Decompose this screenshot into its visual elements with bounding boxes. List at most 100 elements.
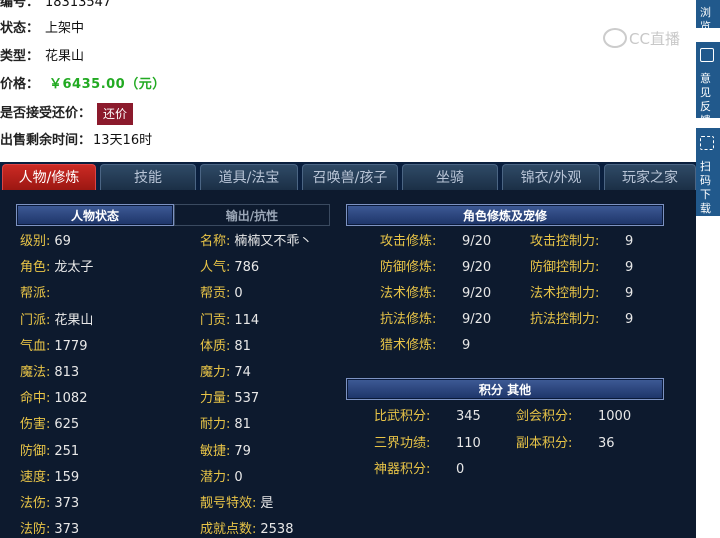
remaining-time-label: 出售剩余时间： — [0, 133, 92, 148]
character-panel: 人物状态 输出/抗性 角色修炼及宠修 积分 其他 级别: 69 角色: 龙太子 帮派: 门… — [0, 190, 696, 538]
stat-row: 人气: 786 — [200, 258, 259, 278]
stat-row: 魔法: 813 — [20, 363, 79, 383]
status-value: 上架中 — [45, 21, 85, 36]
stat-row: 攻击修炼: 9/20 — [380, 232, 491, 252]
stat-row: 门派: 花果山 — [20, 311, 93, 331]
stat-label: 速度: — [20, 469, 51, 485]
stat-value: 159 — [54, 469, 80, 485]
type-label: 类型： — [0, 49, 40, 64]
section-char-status[interactable]: 人物状态 — [16, 204, 174, 226]
tab-items[interactable]: 道具/法宝 — [200, 164, 298, 190]
stat-label: 力量: — [200, 391, 231, 407]
stat-label: 防御修炼: — [380, 260, 437, 275]
stat-row: 三界功绩: 110 — [374, 434, 481, 454]
stat-value: 537 — [234, 391, 260, 407]
stat-value: 251 — [54, 443, 80, 459]
edit-icon — [700, 48, 714, 62]
stat-value: 1000 — [598, 409, 632, 424]
stat-label: 魔力: — [200, 365, 231, 380]
stat-row: 力量: 537 — [200, 389, 259, 409]
stat-label: 气血: — [20, 338, 51, 354]
stat-value: 373 — [54, 522, 80, 538]
stat-value: 79 — [234, 443, 251, 459]
stat-row: 法术修炼: 9/20 — [380, 284, 491, 304]
tab-summons[interactable]: 召唤兽/孩子 — [302, 164, 398, 190]
stat-value: 9 — [625, 312, 634, 327]
stat-row: 抗法修炼: 9/20 — [380, 310, 491, 330]
stat-row: 帮贡: 0 — [200, 284, 243, 304]
stat-row: 门贡: 114 — [200, 311, 259, 331]
stat-value: 2538 — [260, 522, 294, 538]
stat-value: 9 — [625, 260, 634, 275]
stat-label: 人气: — [200, 260, 231, 276]
stat-row: 法防: 373 — [20, 520, 79, 538]
stat-label: 抗法修炼: — [380, 312, 437, 327]
stat-row: 气血: 1779 — [20, 337, 87, 357]
stat-row: 级别: 69 — [20, 232, 71, 252]
stat-value: 0 — [234, 286, 243, 302]
stat-value: 114 — [234, 312, 260, 328]
stat-label: 潜力: — [200, 469, 231, 485]
stat-value: 69 — [54, 234, 71, 249]
bargain-row: 是否接受还价： 还价 — [0, 103, 134, 125]
stat-value: 0 — [234, 469, 243, 485]
stat-value: 9/20 — [462, 260, 492, 275]
stat-row: 命中: 1082 — [20, 389, 87, 409]
stat-label: 角色: — [20, 260, 51, 276]
side-feedback-button[interactable]: 意见 反馈 — [696, 42, 720, 118]
tab-mounts[interactable]: 坐骑 — [402, 164, 498, 190]
stat-value: 81 — [234, 338, 251, 354]
side-qr-label-2: 下载 — [700, 188, 711, 215]
type-row: 类型： 花果山 — [0, 46, 84, 68]
side-qr-label-1: 扫码 — [700, 160, 711, 187]
bargain-button[interactable]: 还价 — [97, 103, 134, 125]
stat-label: 攻击修炼: — [380, 234, 437, 249]
side-qr-download-button[interactable]: 扫码 下载 — [696, 128, 720, 216]
stat-label: 体质: — [200, 338, 231, 354]
stat-label: 帮贡: — [200, 286, 231, 302]
stat-row: 猎术修炼: 9 — [380, 336, 470, 356]
stat-value: 1082 — [54, 391, 88, 407]
stat-row: 敏捷: 79 — [200, 442, 251, 462]
stat-row: 攻击控制力: 9 — [530, 232, 633, 252]
stat-label: 抗法控制力: — [530, 312, 600, 327]
stat-label: 防御: — [20, 443, 51, 459]
stat-label: 防御控制力: — [530, 260, 600, 275]
stat-value: 81 — [234, 417, 251, 433]
status-row: 状态： 上架中 — [0, 18, 84, 40]
stat-label: 魔法: — [20, 365, 51, 380]
bargain-label: 是否接受还价： — [0, 106, 92, 121]
stream-watermark: CC直播 — [603, 24, 698, 52]
side-browse-label: 浏览 — [700, 6, 711, 28]
status-label: 状态： — [0, 21, 40, 36]
tab-character[interactable]: 人物/修炼 — [2, 164, 96, 190]
section-output-resist[interactable]: 输出/抗性 — [174, 204, 330, 226]
price-row: 价格： ￥6435.00（元） — [0, 74, 166, 96]
item-id-label: 编号： — [0, 0, 40, 10]
stat-value: 0 — [456, 462, 465, 477]
watermark-logo-icon — [603, 28, 627, 48]
remaining-time-value: 13天16时 — [93, 133, 153, 148]
stat-value: 74 — [234, 365, 251, 380]
tab-appearance[interactable]: 锦衣/外观 — [502, 164, 600, 190]
stat-label: 伤害: — [20, 417, 51, 433]
stat-row: 防御: 251 — [20, 442, 79, 462]
stat-row: 体质: 81 — [200, 337, 251, 357]
tab-skills[interactable]: 技能 — [100, 164, 196, 190]
stat-label: 成就点数: — [200, 522, 257, 538]
stat-label: 法术修炼: — [380, 286, 437, 301]
stat-row: 魔力: 74 — [200, 363, 251, 383]
stat-value: 9/20 — [462, 312, 492, 327]
stat-value: 9 — [625, 286, 634, 301]
stat-value: 是 — [260, 496, 274, 511]
stat-value: 36 — [598, 435, 615, 451]
tab-player-home[interactable]: 玩家之家 — [604, 164, 696, 190]
category-tabs: 人物/修炼 技能 道具/法宝 召唤兽/孩子 坐骑 锦衣/外观 玩家之家 — [0, 162, 696, 190]
stat-row: 角色: 龙太子 — [20, 258, 93, 278]
stat-value: 9/20 — [462, 286, 492, 301]
watermark-text: CC直播 — [629, 29, 680, 48]
stat-value: 786 — [234, 260, 260, 276]
side-browse-button[interactable]: 浏览 — [696, 0, 720, 28]
section-points: 积分 其他 — [346, 378, 664, 400]
stat-value: 373 — [54, 496, 80, 511]
